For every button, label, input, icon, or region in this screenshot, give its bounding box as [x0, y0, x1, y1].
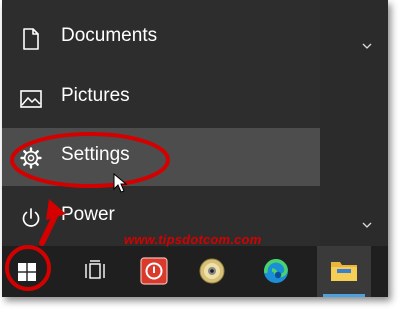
- start-menu-item-label: Documents: [61, 25, 158, 46]
- taskbar-app-edge[interactable]: [250, 246, 302, 297]
- start-menu-item-label: Settings: [61, 144, 130, 165]
- windows-start-button[interactable]: [2, 246, 50, 297]
- start-menu-right-column: [320, 0, 388, 246]
- red-power-app-icon: [140, 257, 168, 285]
- power-icon: [20, 207, 42, 229]
- active-app-indicator: [323, 294, 365, 297]
- start-menu-item-pictures[interactable]: Pictures: [2, 69, 320, 127]
- screenshot-frame: Documents Pictures Settings Power www.ti…: [2, 0, 388, 297]
- taskbar-app-disc[interactable]: [187, 246, 237, 297]
- start-menu-item-label: Power: [61, 204, 115, 225]
- pictures-icon: [20, 88, 42, 110]
- start-menu-left-column: Documents Pictures Settings Power: [2, 0, 320, 246]
- start-menu-item-settings[interactable]: Settings: [2, 128, 320, 186]
- start-menu-item-label: Pictures: [61, 85, 130, 106]
- task-view-icon: [84, 260, 106, 282]
- cd-disc-icon: [198, 257, 226, 285]
- taskbar: [2, 246, 388, 297]
- task-view-button[interactable]: [70, 246, 118, 297]
- chevron-down-icon[interactable]: [360, 218, 374, 232]
- gear-icon: [20, 147, 42, 169]
- watermark: www.tipsdotcom.com: [124, 232, 262, 247]
- windows-start-icon: [18, 263, 36, 281]
- chevron-down-icon[interactable]: [360, 39, 374, 53]
- start-menu-item-documents[interactable]: Documents: [2, 9, 320, 67]
- taskbar-app-red-power[interactable]: [127, 246, 179, 297]
- taskbar-app-file-explorer[interactable]: [317, 246, 371, 297]
- edge-browser-icon: [262, 257, 290, 285]
- file-explorer-icon: [330, 258, 358, 284]
- document-icon: [20, 28, 42, 50]
